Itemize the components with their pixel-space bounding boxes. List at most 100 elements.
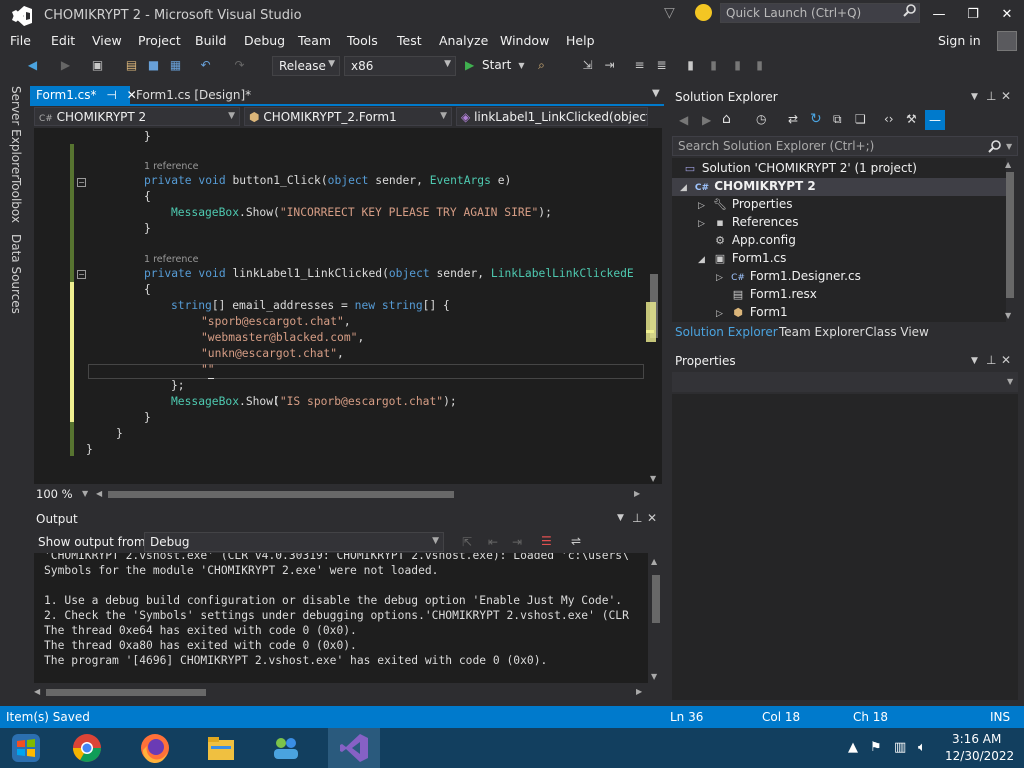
uncomment-icon[interactable]: ≣ — [654, 58, 669, 73]
show-hidden-icons-icon[interactable]: ▲ — [848, 740, 858, 755]
scroll-up-icon[interactable]: ▲ — [651, 557, 657, 566]
menu-debug[interactable]: Debug — [244, 33, 285, 48]
tree-item-project[interactable]: ◢ C# CHOMIKRYPT 2 — [680, 179, 816, 197]
editor-horizontal-scroll-thumb[interactable] — [108, 491, 454, 498]
user-avatar-icon[interactable] — [997, 31, 1017, 51]
zoom-level-select[interactable]: 100 % — [36, 487, 73, 501]
pin-icon[interactable]: ⊥ — [986, 353, 996, 367]
notification-flag-icon[interactable]: ▽ — [664, 5, 675, 21]
word-wrap-icon[interactable]: ⇌ — [571, 534, 581, 548]
data-sources-tab[interactable]: Data Sources — [9, 234, 23, 314]
chrome-icon[interactable] — [71, 732, 103, 764]
tree-item-form1-designer[interactable]: ▷ C# Form1.Designer.cs — [716, 269, 861, 287]
solution-explorer-search-input[interactable]: Search Solution Explorer (Ctrl+;) — [672, 136, 1018, 156]
tab-solution-explorer[interactable]: Solution Explorer — [675, 325, 778, 339]
project-dropdown[interactable]: C# CHOMIKRYPT 2 ▼ — [34, 107, 240, 126]
tree-item-form1-cs[interactable]: ◢ ▣ Form1.cs — [698, 251, 786, 269]
menu-analyze[interactable]: Analyze — [439, 33, 488, 48]
expanded-triangle-icon[interactable]: ◢ — [698, 255, 712, 265]
start-icon[interactable]: ▶ — [465, 58, 474, 72]
tab-form1-design[interactable]: Form1.cs [Design]* — [130, 86, 251, 106]
scroll-down-icon[interactable]: ▼ — [650, 474, 656, 483]
close-icon[interactable]: ✕ — [1001, 89, 1011, 103]
scroll-up-icon[interactable]: ▲ — [1005, 160, 1011, 169]
collapse-all-icon[interactable]: ⧉ — [833, 112, 842, 127]
back-icon[interactable]: ◀ — [679, 113, 688, 127]
save-all-icon[interactable]: ▦ — [168, 58, 183, 73]
chevron-down-icon[interactable]: ▼ — [1007, 377, 1013, 386]
forward-icon[interactable]: ▶ — [702, 113, 711, 127]
undo-icon[interactable]: ↶ — [198, 58, 213, 73]
comment-icon[interactable]: ≡ — [632, 58, 647, 73]
find-in-files-icon[interactable]: ⌕ — [534, 58, 549, 73]
chevron-down-icon[interactable]: ▼ — [514, 58, 529, 73]
pin-icon[interactable]: ⊥ — [986, 89, 996, 103]
pin-icon[interactable]: ⊥ — [632, 511, 642, 525]
tab-team-explorer[interactable]: Team Explorer — [779, 325, 865, 339]
step-into-icon[interactable]: ⇲ — [580, 58, 595, 73]
file-explorer-icon[interactable] — [205, 732, 237, 764]
chevron-down-icon[interactable]: ▼ — [971, 92, 978, 102]
menu-project[interactable]: Project — [138, 33, 181, 48]
pin-icon[interactable]: ⊣ — [106, 88, 116, 102]
flag-icon[interactable]: ⚑ — [870, 740, 882, 755]
view-code-icon[interactable]: ‹› — [884, 112, 894, 126]
step-over-icon[interactable]: ⇥ — [602, 58, 617, 73]
next-bookmark-icon[interactable]: ▮ — [730, 58, 745, 73]
chevron-down-icon[interactable]: ▼ — [971, 356, 978, 366]
tree-item-solution[interactable]: ▭ Solution 'CHOMIKRYPT 2' (1 project) — [682, 161, 917, 179]
volume-icon[interactable]: 🔈︎ — [918, 740, 926, 755]
menu-test[interactable]: Test — [397, 33, 422, 48]
chevron-down-icon[interactable]: ▼ — [82, 489, 88, 498]
redo-icon[interactable]: ↷ — [232, 58, 247, 73]
solution-tree-scroll-thumb[interactable] — [1006, 172, 1014, 298]
menu-view[interactable]: View — [92, 33, 122, 48]
clear-all-icon[interactable]: ☰ — [541, 534, 552, 548]
clear-bookmarks-icon[interactable]: ▮ — [752, 58, 767, 73]
prev-bookmark-icon[interactable]: ▮ — [706, 58, 721, 73]
collapsed-triangle-icon[interactable]: ▷ — [716, 309, 730, 319]
search-icon[interactable] — [903, 3, 917, 17]
close-icon[interactable]: ✕ — [998, 6, 1016, 24]
chevron-down-icon[interactable]: ▼ — [1006, 142, 1012, 151]
tree-item-form1-class[interactable]: ▷ ⬢ Form1 — [716, 305, 788, 323]
clock-time[interactable]: 3:16 AM — [952, 732, 1001, 746]
class-dropdown[interactable]: ⬢ CHOMIKRYPT_2.Form1 ▼ — [244, 107, 452, 126]
platform-select[interactable]: x86 ▼ — [344, 56, 456, 76]
bookmark-icon[interactable]: ▮ — [683, 58, 698, 73]
save-icon[interactable]: ■ — [146, 58, 161, 73]
open-file-icon[interactable]: ▤ — [124, 58, 139, 73]
output-horizontal-scroll-thumb[interactable] — [46, 689, 206, 696]
scroll-left-icon[interactable]: ◀ — [34, 687, 40, 696]
minimize-icon[interactable]: — — [930, 6, 948, 24]
collapsed-triangle-icon[interactable]: ▷ — [698, 219, 712, 229]
member-dropdown[interactable]: ◈ linkLabel1_LinkClicked(object se — [456, 107, 648, 126]
expanded-triangle-icon[interactable]: ◢ — [680, 183, 694, 193]
clock-date[interactable]: 12/30/2022 — [945, 749, 1014, 763]
output-vertical-scroll-thumb[interactable] — [652, 575, 660, 623]
tab-overflow-icon[interactable]: ▼ — [652, 88, 660, 99]
scroll-down-icon[interactable]: ▼ — [1005, 311, 1011, 320]
refresh-icon[interactable]: ↻ — [810, 111, 822, 127]
menu-team[interactable]: Team — [298, 33, 331, 48]
tree-item-references[interactable]: ▷ ▪ References — [698, 215, 799, 233]
start-button[interactable]: Start — [482, 58, 511, 72]
new-project-icon[interactable]: ▣ — [90, 58, 105, 73]
tree-item-form1-resx[interactable]: ▤ Form1.resx — [716, 287, 817, 305]
menu-edit[interactable]: Edit — [51, 33, 75, 48]
tree-item-properties[interactable]: ▷ 🔧︎ Properties — [698, 197, 792, 215]
search-icon[interactable] — [988, 139, 1002, 153]
prev-message-icon[interactable]: ⇤ — [488, 535, 498, 549]
menu-help[interactable]: Help — [566, 33, 595, 48]
output-text[interactable]: 'CHOMIKRYPT 2.vshost.exe' (CLR v4.0.3031… — [34, 553, 648, 683]
next-message-icon[interactable]: ⇥ — [512, 535, 522, 549]
home-icon[interactable]: ⌂ — [722, 111, 731, 127]
menu-window[interactable]: Window — [500, 33, 549, 48]
collapse-icon[interactable]: − — [77, 270, 86, 279]
find-message-icon[interactable]: ⇱ — [462, 535, 472, 549]
menu-build[interactable]: Build — [195, 33, 226, 48]
menu-file[interactable]: File — [10, 33, 31, 48]
quick-launch-input[interactable]: Quick Launch (Ctrl+Q) — [720, 3, 920, 23]
scroll-left-icon[interactable]: ◀ — [96, 489, 102, 498]
close-icon[interactable]: ✕ — [1001, 353, 1011, 367]
